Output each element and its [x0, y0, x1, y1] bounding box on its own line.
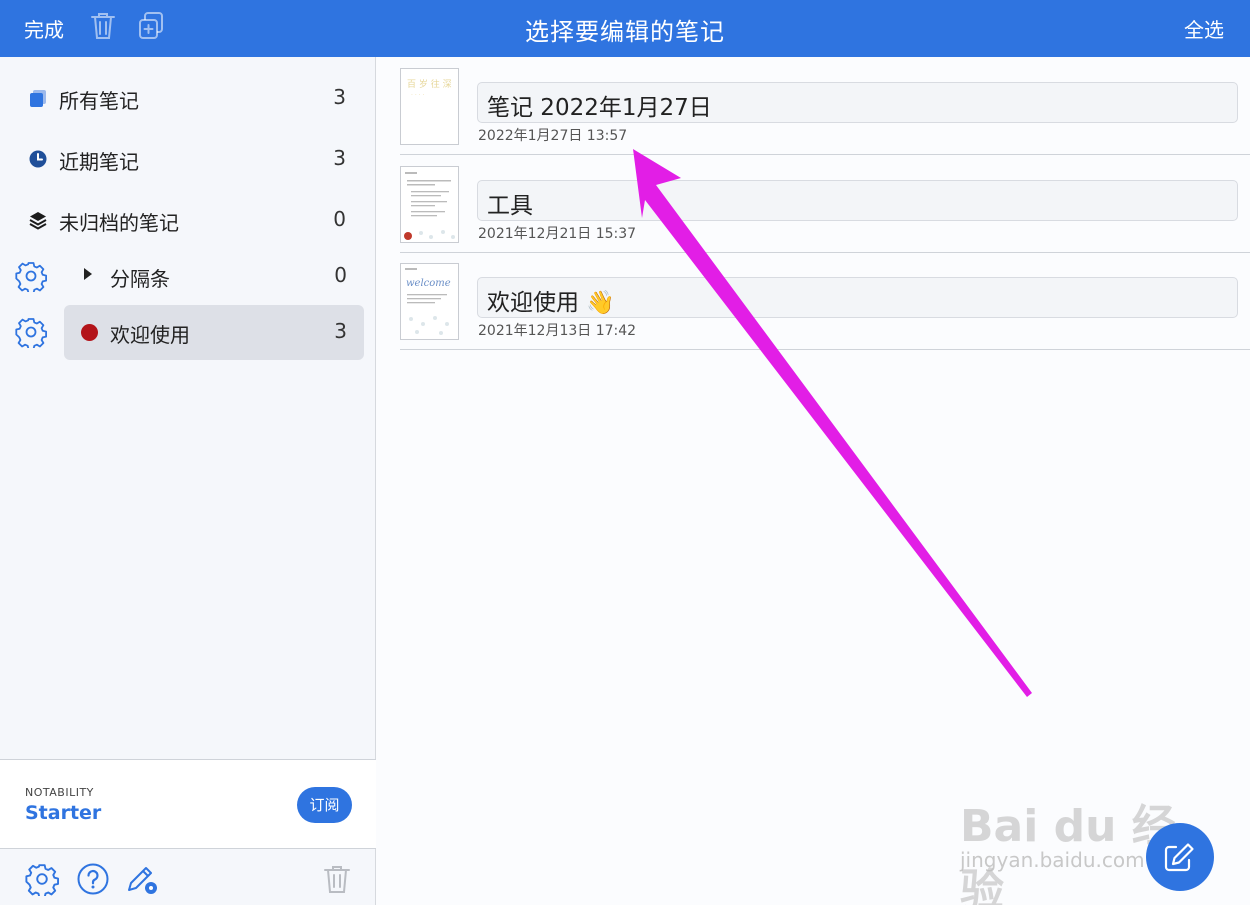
- disclosure-triangle-icon[interactable]: [84, 268, 92, 280]
- svg-text:· · · ·: · · · ·: [411, 92, 424, 99]
- select-all-button[interactable]: 全选: [1184, 14, 1224, 43]
- sidebar-item-label: 未归档的笔记: [59, 211, 179, 235]
- subject-color-dot: [81, 324, 98, 341]
- sidebar-item-label: 近期笔记: [59, 150, 139, 174]
- page-title: 选择要编辑的笔记: [525, 18, 725, 46]
- new-note-button[interactable]: [1146, 823, 1214, 891]
- help-icon[interactable]: [76, 862, 110, 896]
- compose-icon: [1164, 843, 1194, 872]
- note-date: 2021年12月13日 17:42: [478, 323, 637, 339]
- note-title: 欢迎使用 👋: [487, 290, 615, 316]
- sidebar-item-recent-notes[interactable]: 近期笔记 3: [0, 134, 376, 184]
- plan-card: NOTABILITY Starter 订阅: [0, 759, 376, 849]
- note-title-field[interactable]: 欢迎使用 👋: [477, 277, 1238, 318]
- gear-icon[interactable]: [15, 316, 47, 348]
- note-thumbnail[interactable]: welcome: [400, 263, 459, 340]
- sidebar-item-all-notes[interactable]: 所有笔记 3: [0, 73, 376, 123]
- settings-gear-icon[interactable]: [25, 862, 59, 896]
- sidebar-item-count: 3: [333, 146, 346, 170]
- notes-stack-icon: [30, 90, 46, 107]
- divider-count: 0: [334, 263, 347, 287]
- divider-label: 分隔条: [110, 267, 170, 291]
- note-title: 工具: [487, 193, 533, 219]
- subject-label: 欢迎使用: [110, 323, 190, 347]
- trash-icon[interactable]: [320, 862, 354, 896]
- note-row[interactable]: welcome 欢迎使用 👋 2021年12月13日 17:42: [400, 252, 1250, 350]
- sidebar: 所有笔记 3 近期笔记 3 未归档的笔记 0 分隔条 0 欢迎使用 3 NOTA…: [0, 57, 376, 905]
- plan-tier: Starter: [25, 802, 102, 824]
- note-row[interactable]: 工具 2021年12月21日 15:37: [400, 155, 1250, 253]
- top-bar: 完成 选择要编辑的笔记 全选: [0, 0, 1250, 57]
- sidebar-item-unfiled-notes[interactable]: 未归档的笔记 0: [0, 195, 376, 245]
- clock-icon: [29, 150, 47, 168]
- note-date: 2021年12月21日 15:37: [478, 226, 637, 242]
- sidebar-subject-welcome[interactable]: 欢迎使用 3: [64, 305, 364, 360]
- layers-icon: [29, 212, 47, 230]
- subscribe-button[interactable]: 订阅: [297, 787, 352, 823]
- note-title-field[interactable]: 工具: [477, 180, 1238, 221]
- svg-text:welcome: welcome: [406, 278, 451, 289]
- note-thumbnail[interactable]: [400, 166, 459, 243]
- sidebar-divider-item[interactable]: 分隔条 0: [64, 249, 364, 304]
- note-page-preview: 百 岁 往 深 · · · ·: [407, 78, 452, 99]
- subject-count: 3: [334, 319, 347, 343]
- note-row[interactable]: 百 岁 往 深 · · · · 笔记 2022年1月27日 2022年1月27日…: [400, 57, 1250, 155]
- watermark-url: jingyan.baidu.com: [960, 848, 1145, 872]
- note-page-preview: welcome: [405, 268, 451, 335]
- svg-text:百 岁 往 深: 百 岁 往 深: [407, 78, 452, 90]
- duplicate-icon[interactable]: [138, 11, 164, 41]
- sidebar-item-label: 所有笔记: [59, 89, 139, 113]
- note-title: 笔记 2022年1月27日: [487, 95, 712, 121]
- handwriting-settings-icon[interactable]: [125, 862, 159, 896]
- note-title-field[interactable]: 笔记 2022年1月27日: [477, 82, 1238, 123]
- done-button[interactable]: 完成: [24, 14, 64, 43]
- gear-icon[interactable]: [15, 260, 47, 292]
- trash-icon[interactable]: [90, 11, 116, 41]
- note-thumbnail[interactable]: 百 岁 往 深 · · · ·: [400, 68, 459, 145]
- brand-label: NOTABILITY: [25, 786, 94, 799]
- sidebar-item-count: 3: [333, 85, 346, 109]
- sidebar-item-count: 0: [333, 207, 346, 231]
- note-page-preview: [404, 172, 455, 240]
- note-date: 2022年1月27日 13:57: [478, 128, 628, 144]
